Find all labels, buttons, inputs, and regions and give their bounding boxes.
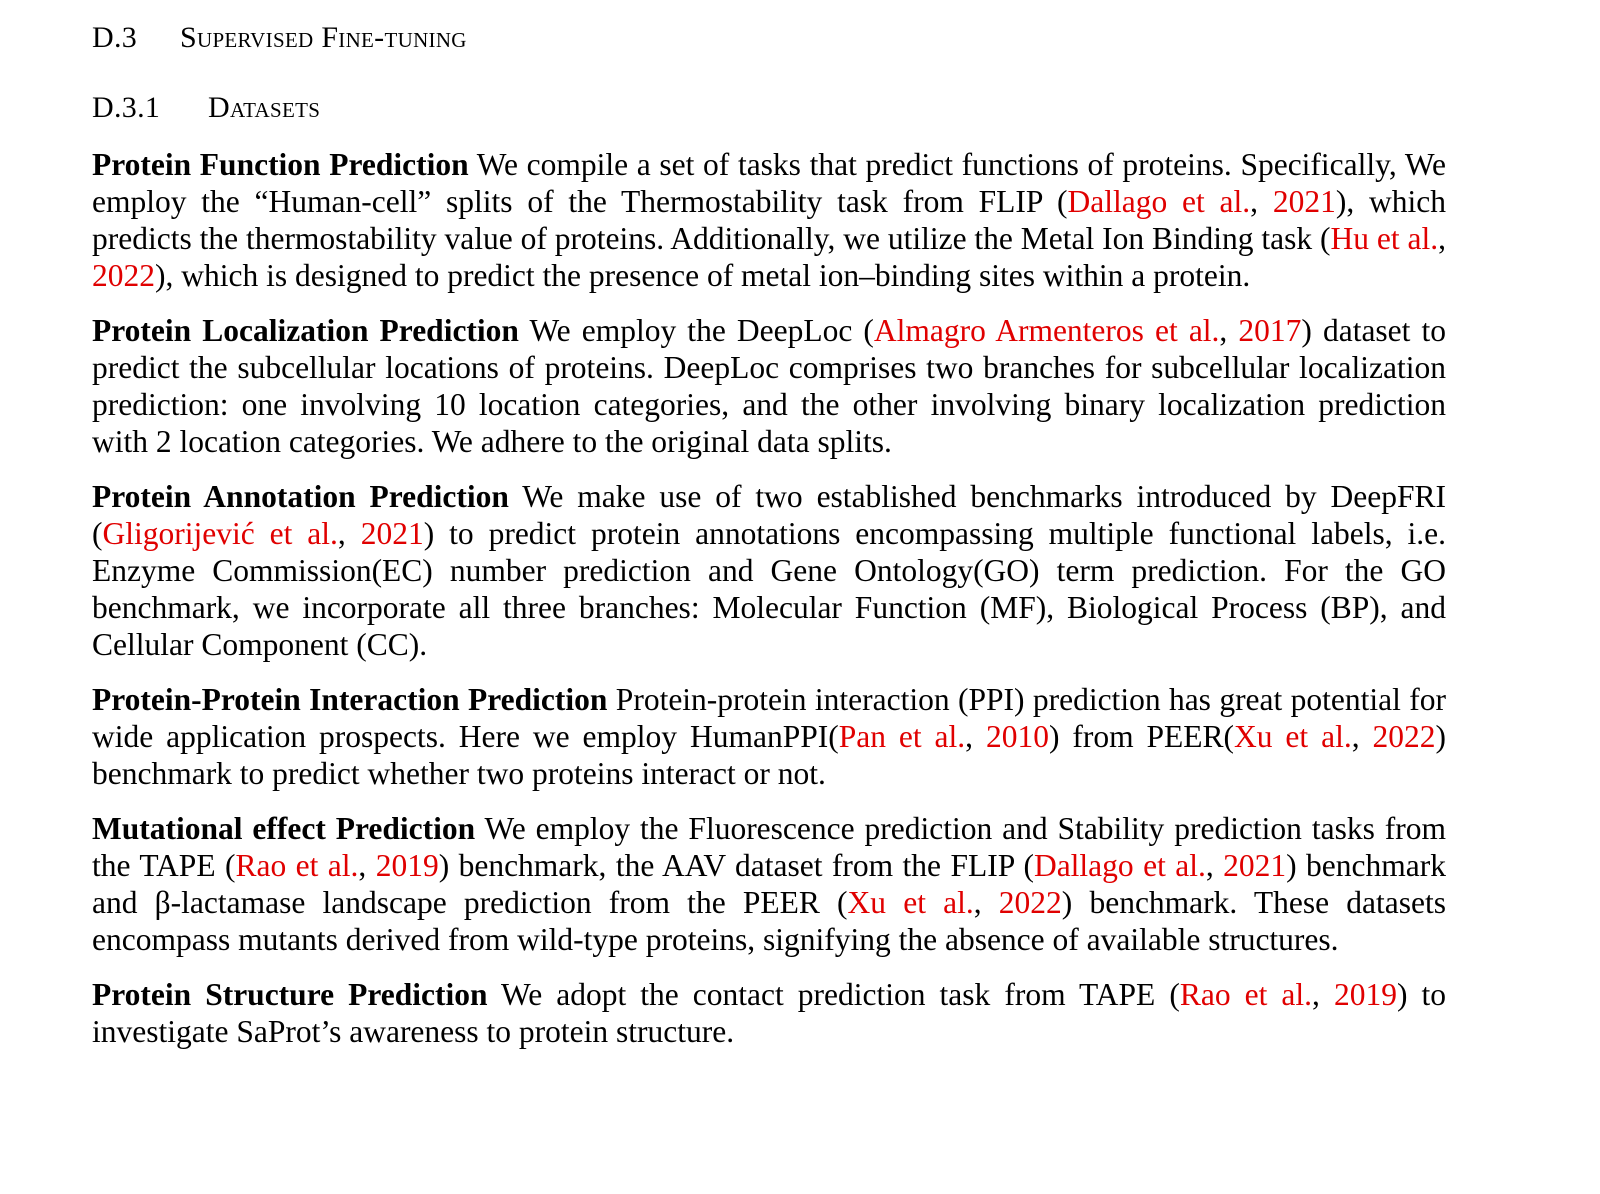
body-text: , [973, 885, 999, 920]
section-heading: D.3 Supervised Fine-tuning [92, 18, 1446, 58]
body-text: , [1351, 719, 1373, 754]
body-text: , [1205, 848, 1224, 883]
body-text: ) from PEER( [1048, 719, 1235, 754]
paragraph-heading: Protein Localization Prediction [92, 313, 519, 348]
citation-link[interactable]: Dallago et al. [1034, 848, 1206, 883]
paragraph: Protein Function Prediction We compile a… [92, 146, 1446, 294]
citation-link[interactable]: 2022 [92, 258, 155, 293]
paragraph-heading: Mutational effect Prediction [92, 811, 476, 846]
paragraph: Protein Localization Prediction We emplo… [92, 312, 1446, 460]
paragraph-heading: Protein-Protein Interaction Prediction [92, 682, 608, 717]
citation-link[interactable]: 2022 [999, 885, 1062, 920]
citation-link[interactable]: Gligorijević et al. [103, 516, 338, 551]
citation-link[interactable]: Xu et al. [1234, 719, 1352, 754]
citation-link[interactable]: Almagro Armenteros et al. [874, 313, 1220, 348]
citation-link[interactable]: 2019 [376, 848, 439, 883]
citation-link[interactable]: 2021 [1223, 848, 1286, 883]
body-text: , [337, 516, 361, 551]
body-text: ) benchmark, the AAV dataset from the FL… [438, 848, 1034, 883]
citation-link[interactable]: Xu et al. [848, 885, 974, 920]
body-text: , [358, 848, 376, 883]
body-text: ), which is designed to predict the pres… [155, 258, 1251, 293]
body-text: , [965, 719, 986, 754]
paragraph-heading: Protein Function Prediction [92, 147, 469, 182]
citation-link[interactable]: Dallago et al. [1068, 184, 1251, 219]
paragraph-heading: Protein Annotation Prediction [92, 479, 509, 514]
body-text: We adopt the contact prediction task fro… [487, 977, 1180, 1012]
paragraph: Protein Structure Prediction We adopt th… [92, 976, 1446, 1050]
subsection-title: Datasets [208, 91, 321, 124]
citation-link[interactable]: Hu et al. [1331, 221, 1439, 256]
body-text: , [1250, 184, 1273, 219]
section-title: Supervised Fine-tuning [180, 21, 467, 54]
citation-link[interactable]: 2021 [1273, 184, 1336, 219]
paragraph: Protein-Protein Interaction Prediction P… [92, 681, 1446, 792]
citation-link[interactable]: Pan et al. [839, 719, 965, 754]
paragraph: Mutational effect Prediction We employ t… [92, 810, 1446, 958]
citation-link[interactable]: 2022 [1373, 719, 1436, 754]
citation-link[interactable]: 2017 [1238, 313, 1301, 348]
paragraph-heading: Protein Structure Prediction [92, 977, 488, 1012]
citation-link[interactable]: Rao et al. [1180, 977, 1312, 1012]
citation-link[interactable]: 2021 [361, 516, 424, 551]
citation-link[interactable]: Rao et al. [235, 848, 358, 883]
paragraph-list: Protein Function Prediction We compile a… [92, 146, 1446, 1050]
body-text: , [1219, 313, 1239, 348]
paper-page: D.3 Supervised Fine-tuning D.3.1 Datasets … [92, 18, 1446, 1068]
citation-link[interactable]: 2010 [986, 719, 1049, 754]
paragraph: Protein Annotation Prediction We make us… [92, 478, 1446, 663]
citation-link[interactable]: 2019 [1334, 977, 1397, 1012]
section-number: D.3 [92, 21, 138, 54]
subsection-heading: D.3.1 Datasets [92, 88, 1446, 128]
body-text: We employ the DeepLoc ( [518, 313, 874, 348]
body-text: , [1438, 221, 1447, 256]
body-text: , [1312, 977, 1334, 1012]
subsection-number: D.3.1 [92, 91, 161, 124]
